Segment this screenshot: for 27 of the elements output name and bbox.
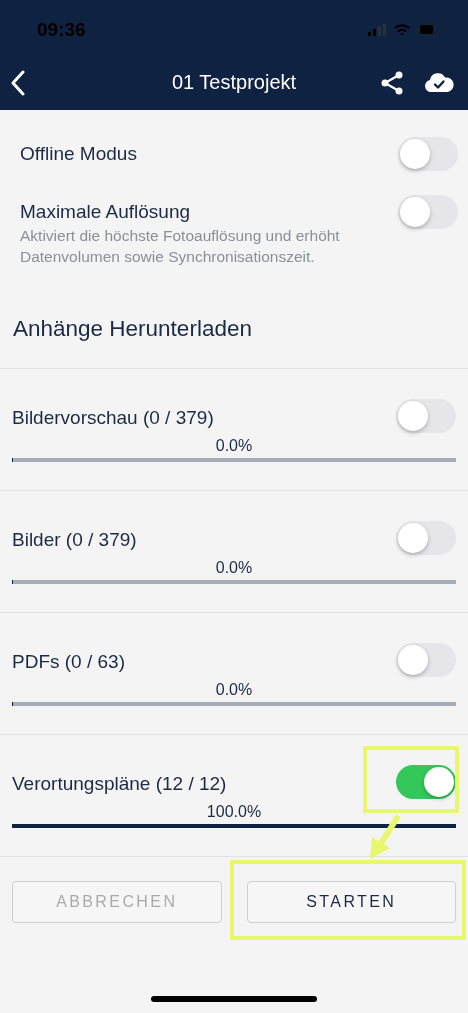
toggle-switch[interactable]	[398, 137, 458, 171]
toggle-switch[interactable]	[396, 765, 456, 799]
toggle-switch[interactable]	[398, 195, 458, 229]
setting-label: Maximale Auflösung	[20, 200, 192, 224]
progress-percent: 0.0%	[215, 681, 253, 698]
start-button[interactable]: STARTEN	[246, 881, 456, 923]
toggle-switch[interactable]	[396, 643, 456, 677]
section-title: Anhänge Herunterladen	[0, 267, 468, 369]
back-icon[interactable]	[10, 69, 26, 96]
battery-icon	[418, 23, 446, 36]
wifi-icon	[393, 23, 411, 36]
progress-percent: 0.0%	[215, 559, 253, 576]
cloud-check-icon[interactable]	[424, 72, 454, 93]
setting-label: Offline Modus	[20, 142, 138, 166]
toggle-switch[interactable]	[396, 399, 456, 433]
status-time: 09:36	[37, 17, 87, 41]
progress-percent: 0.0%	[215, 437, 253, 454]
share-icon[interactable]	[380, 70, 404, 95]
toggle-switch[interactable]	[396, 521, 456, 555]
progress-percent: 100.0%	[206, 803, 262, 820]
download-label: Verortungspläne (12 / 12)	[12, 773, 228, 795]
screen-title: 01 Testprojekt	[171, 71, 297, 94]
download-label: Bilder (0 / 379)	[12, 529, 138, 551]
download-label: Bildervorschau (0 / 379)	[12, 407, 215, 429]
signal-icon	[368, 23, 386, 36]
setting-description: Aktiviert die höchste Fotoauflösung und erhöht Datenvolumen sowie Synchronisationszeit.	[20, 226, 341, 267]
download-label: PDFs (0 / 63)	[12, 651, 126, 673]
